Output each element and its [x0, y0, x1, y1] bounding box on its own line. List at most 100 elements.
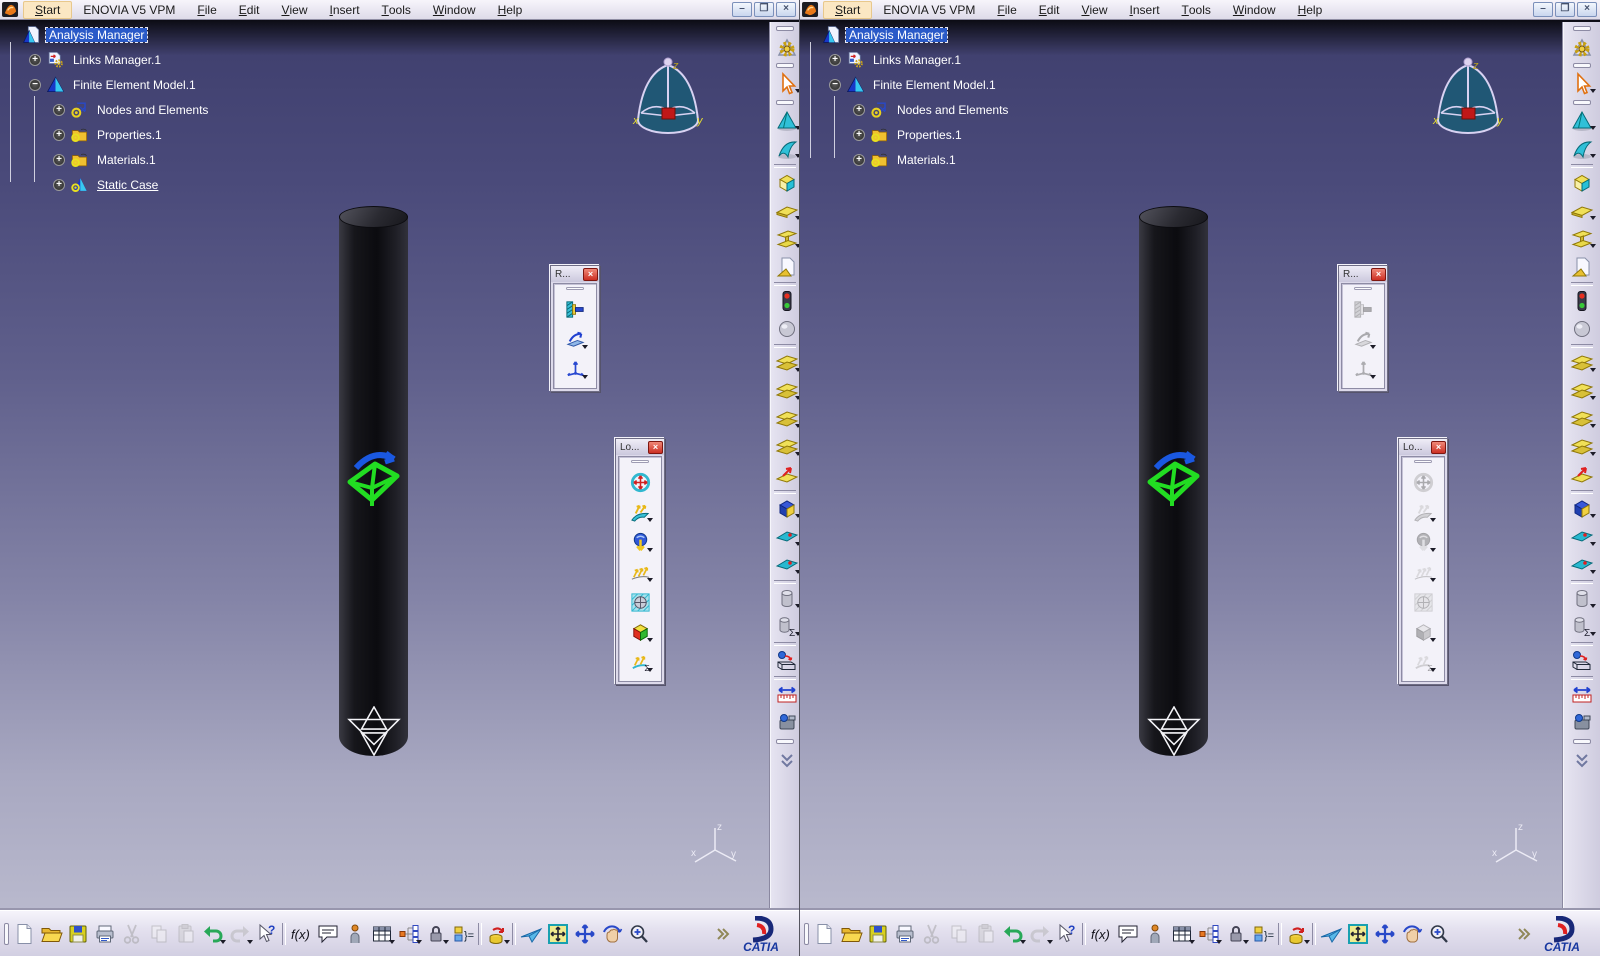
tree-item[interactable]: + Static Case [53, 172, 211, 197]
toolbar-button[interactable] [1409, 557, 1437, 587]
menu-item[interactable]: Tools [371, 0, 422, 19]
toolbar-button[interactable] [368, 919, 395, 949]
toolbar-button[interactable] [64, 919, 91, 949]
toolbar-button[interactable] [1349, 324, 1377, 354]
toolbar-button[interactable] [422, 919, 449, 949]
restraint-star-symbol[interactable] [345, 706, 403, 756]
toolbar-button[interactable] [199, 919, 226, 949]
toolbar-button[interactable] [773, 647, 799, 675]
menu-item[interactable]: Insert [319, 0, 371, 19]
tree-expander[interactable]: + [853, 153, 865, 166]
toolbar-button[interactable] [837, 919, 864, 949]
cylinder-top-face[interactable] [1139, 206, 1208, 228]
toolbar-button[interactable] [1114, 919, 1141, 949]
toolbar-button[interactable] [91, 919, 118, 949]
menu-item[interactable]: Window [1222, 0, 1287, 19]
tree-expander[interactable]: + [53, 128, 65, 141]
toolbar-button[interactable] [773, 681, 799, 709]
toolbar-button[interactable] [773, 746, 799, 774]
restraints-toolbar[interactable]: R... × [1338, 265, 1388, 392]
toolbar-button[interactable] [1568, 585, 1596, 613]
tree-expander[interactable]: + [53, 103, 65, 116]
toolbar-button[interactable] [1570, 24, 1594, 33]
toolbar-grip[interactable] [566, 287, 584, 290]
tree-expander[interactable]: + [53, 178, 65, 191]
menu-item[interactable]: Insert [1119, 0, 1171, 19]
menu-item[interactable]: Edit [228, 0, 271, 19]
toolbar-button[interactable] [517, 919, 544, 949]
toolbar-button[interactable] [1568, 253, 1596, 281]
loads-toolbar[interactable]: Lo... × [1398, 438, 1448, 685]
tree-item[interactable]: + Links Manager.1 [829, 47, 1011, 72]
toolbar-button[interactable] [1568, 315, 1596, 343]
menu-item[interactable]: Start [23, 0, 73, 19]
tree-expander[interactable]: − [829, 78, 841, 91]
toolbar-button[interactable] [1053, 919, 1080, 949]
toolbar-button[interactable] [773, 287, 799, 315]
menu-item[interactable]: File [986, 0, 1027, 19]
clamp-restraint-symbol[interactable] [1144, 446, 1202, 512]
toolbar-button[interactable] [1568, 107, 1596, 135]
toolbar-button[interactable] [395, 919, 422, 949]
menu-item[interactable]: ENOVIA V5 VPM [872, 0, 986, 19]
tree-item-label[interactable]: Nodes and Elements [94, 103, 211, 117]
toolbar-button[interactable] [1371, 919, 1398, 949]
close-button[interactable]: × [1577, 2, 1597, 17]
tree-item-label[interactable]: Materials.1 [94, 153, 159, 167]
toolbar-button[interactable] [37, 919, 64, 949]
toolbar-button[interactable] [1570, 61, 1594, 70]
tree-item[interactable]: + Properties.1 [53, 122, 211, 147]
toolbar-button[interactable] [571, 919, 598, 949]
toolbar-button[interactable] [10, 919, 37, 949]
tree-item[interactable]: + Properties.1 [853, 122, 1011, 147]
toolbar-button[interactable] [1568, 70, 1596, 98]
toolbar-button[interactable] [773, 225, 799, 253]
tree-item-label[interactable]: Nodes and Elements [894, 103, 1011, 117]
tree-item-label[interactable]: Analysis Manager [44, 26, 149, 43]
tree-item[interactable]: + Nodes and Elements [53, 97, 211, 122]
toolbar-button[interactable] [773, 613, 799, 641]
toolbar-button[interactable] [1409, 467, 1437, 497]
toolbar-button[interactable] [773, 61, 797, 70]
toolbar-button[interactable] [1026, 919, 1053, 949]
toolbar-grip[interactable] [631, 460, 649, 463]
tree-expander[interactable]: + [829, 53, 841, 66]
toolbar-button[interactable] [708, 919, 735, 949]
toolbar-button[interactable] [626, 557, 654, 587]
toolbar-button[interactable] [561, 354, 589, 384]
tree-item-label[interactable]: Properties.1 [94, 128, 165, 142]
menu-item[interactable]: Window [422, 0, 487, 19]
toolbar-button[interactable] [561, 324, 589, 354]
toolbar-button[interactable] [253, 919, 280, 949]
toolbar-button[interactable] [226, 919, 253, 949]
toolbar-button[interactable] [773, 98, 797, 107]
toolbar-button[interactable] [891, 919, 918, 949]
tree-item-label[interactable]: Links Manager.1 [70, 53, 164, 67]
tree-item[interactable]: + Links Manager.1 [29, 47, 211, 72]
tree-expander[interactable]: + [29, 53, 41, 66]
toolbar-button[interactable] [1568, 523, 1596, 551]
toolbar-button[interactable] [773, 405, 799, 433]
menu-item[interactable]: Help [487, 0, 534, 19]
toolbar-button[interactable] [1195, 919, 1222, 949]
toolbar-button[interactable] [626, 587, 654, 617]
tree-expander[interactable]: + [853, 128, 865, 141]
toolbar-button[interactable] [972, 919, 999, 949]
toolbar-button[interactable] [1168, 919, 1195, 949]
tree-item[interactable]: + Materials.1 [853, 147, 1011, 172]
tree-item-label[interactable]: Links Manager.1 [870, 53, 964, 67]
toolbar-button[interactable] [145, 919, 172, 949]
toolbar-button[interactable] [598, 919, 625, 949]
toolbar-button[interactable] [773, 551, 799, 579]
toolbar-button[interactable] [287, 919, 314, 949]
toolbar-button[interactable] [802, 921, 810, 947]
toolbar-button[interactable] [773, 737, 797, 746]
toolbar-button[interactable] [1568, 647, 1596, 675]
toolbar-button[interactable] [773, 70, 799, 98]
toolbar-button[interactable] [314, 919, 341, 949]
toolbar-button[interactable] [773, 169, 799, 197]
toolbar-button[interactable] [1568, 681, 1596, 709]
menu-item[interactable]: View [1070, 0, 1118, 19]
tree-item-label[interactable]: Static Case [94, 178, 161, 192]
tree-expander[interactable]: − [29, 78, 41, 91]
